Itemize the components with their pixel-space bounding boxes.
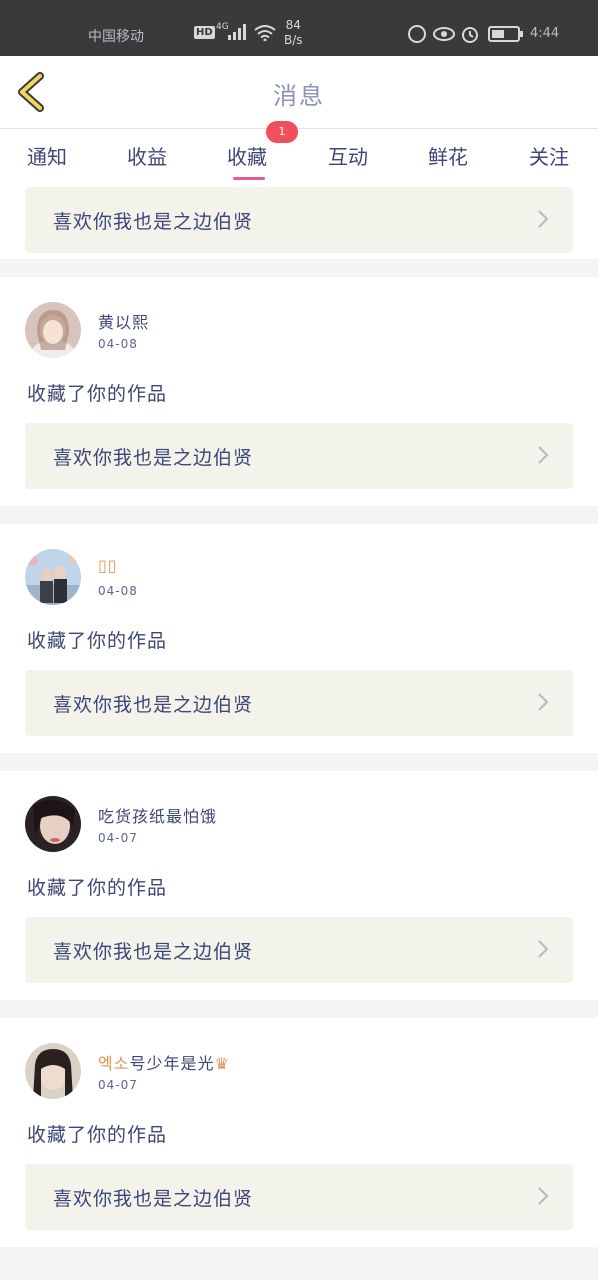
network-type: 4G xyxy=(216,22,229,32)
notification-card: 喜欢你我也是之边伯贤 xyxy=(0,187,598,259)
work-link[interactable]: 喜欢你我也是之边伯贤 xyxy=(25,1164,573,1230)
avatar[interactable] xyxy=(25,549,81,605)
timestamp: 04-07 xyxy=(98,1078,138,1092)
active-tab-indicator xyxy=(233,177,265,180)
timestamp: 04-07 xyxy=(98,831,138,845)
notification-card: ▯▯ 04-08 收藏了你的作品 喜欢你我也是之边伯贤 xyxy=(0,524,598,753)
net-speed-unit: B/s xyxy=(284,33,303,47)
tab-earnings[interactable]: 收益 xyxy=(127,141,167,170)
chevron-right-icon xyxy=(538,940,549,958)
battery-icon xyxy=(488,26,524,46)
notification-card: 黄以熙 04-08 收藏了你的作品 喜欢你我也是之边伯贤 xyxy=(0,277,598,506)
tab-following[interactable]: 关注 xyxy=(529,141,569,170)
user-avatar-image xyxy=(25,796,81,852)
top-bar: 消息 xyxy=(0,56,598,129)
work-link[interactable]: 喜欢你我也是之边伯贤 xyxy=(25,917,573,983)
chevron-right-icon xyxy=(538,210,549,228)
username[interactable]: 吃货孩纸最怕饿 xyxy=(98,803,217,827)
work-title: 喜欢你我也是之边伯贤 xyxy=(53,1188,254,1210)
status-icons xyxy=(408,25,480,47)
clock: 4:44 xyxy=(530,26,560,41)
tab-bar: 通知 收益 收藏 互动 鲜花 关注 xyxy=(0,129,598,187)
net-speed: 84 B/s xyxy=(284,18,303,48)
work-link[interactable]: 喜欢你我也是之边伯贤 xyxy=(25,187,573,253)
chevron-right-icon xyxy=(538,446,549,464)
username[interactable]: ▯▯ xyxy=(98,556,118,575)
username[interactable]: 黄以熙 xyxy=(98,309,149,333)
signal-icon xyxy=(228,24,248,44)
username-prefix: 엑소 xyxy=(98,1054,130,1073)
work-link[interactable]: 喜欢你我也是之边伯贤 xyxy=(25,670,573,736)
username[interactable]: 엑소号少年是光♛ xyxy=(98,1050,230,1074)
tab-notifications[interactable]: 通知 xyxy=(27,141,67,170)
user-avatar-image xyxy=(25,1043,81,1099)
status-bar: 中国移动 HD 4G 84 B/s 4:44 xyxy=(0,0,598,56)
work-title: 喜欢你我也是之边伯贤 xyxy=(53,694,254,716)
action-text: 收藏了你的作品 xyxy=(27,1124,168,1146)
tab-favorites[interactable]: 收藏 xyxy=(227,141,267,170)
crown-icon: ♛ xyxy=(214,1054,230,1073)
action-text: 收藏了你的作品 xyxy=(27,877,168,899)
tab-flowers[interactable]: 鲜花 xyxy=(428,141,468,170)
notification-card: 엑소号少年是光♛ 04-07 收藏了你的作品 喜欢你我也是之边伯贤 xyxy=(0,1018,598,1247)
timestamp: 04-08 xyxy=(98,584,138,598)
timestamp: 04-08 xyxy=(98,337,138,351)
net-speed-value: 84 xyxy=(285,18,301,32)
username-text: 号少年是光 xyxy=(129,1054,215,1073)
carrier-label: 中国移动 xyxy=(88,29,144,45)
work-title: 喜欢你我也是之边伯贤 xyxy=(53,211,254,233)
favorites-count-badge: 1 xyxy=(266,121,298,143)
work-link[interactable]: 喜欢你我也是之边伯贤 xyxy=(25,423,573,489)
notification-card: 吃货孩纸最怕饿 04-07 收藏了你的作品 喜欢你我也是之边伯贤 xyxy=(0,771,598,1000)
avatar[interactable] xyxy=(25,1043,81,1099)
user-avatar-image xyxy=(25,549,81,605)
work-title: 喜欢你我也是之边伯贤 xyxy=(53,447,254,469)
chevron-right-icon xyxy=(538,1187,549,1205)
avatar[interactable] xyxy=(25,796,81,852)
page-title: 消息 xyxy=(273,82,325,110)
action-text: 收藏了你的作品 xyxy=(27,383,168,405)
hd-badge: HD xyxy=(194,26,215,39)
chevron-right-icon xyxy=(538,693,549,711)
wifi-icon xyxy=(254,25,276,45)
username-text: ▯▯ xyxy=(98,556,118,575)
avatar[interactable] xyxy=(25,302,81,358)
user-avatar-image xyxy=(25,302,81,358)
work-title: 喜欢你我也是之边伯贤 xyxy=(53,941,254,963)
tab-interactions[interactable]: 互动 xyxy=(328,141,368,170)
notification-list: 喜欢你我也是之边伯贤 黄以熙 04-08 收藏了你的作品 喜欢你我也是之边伯贤 xyxy=(0,187,598,1280)
action-text: 收藏了你的作品 xyxy=(27,630,168,652)
